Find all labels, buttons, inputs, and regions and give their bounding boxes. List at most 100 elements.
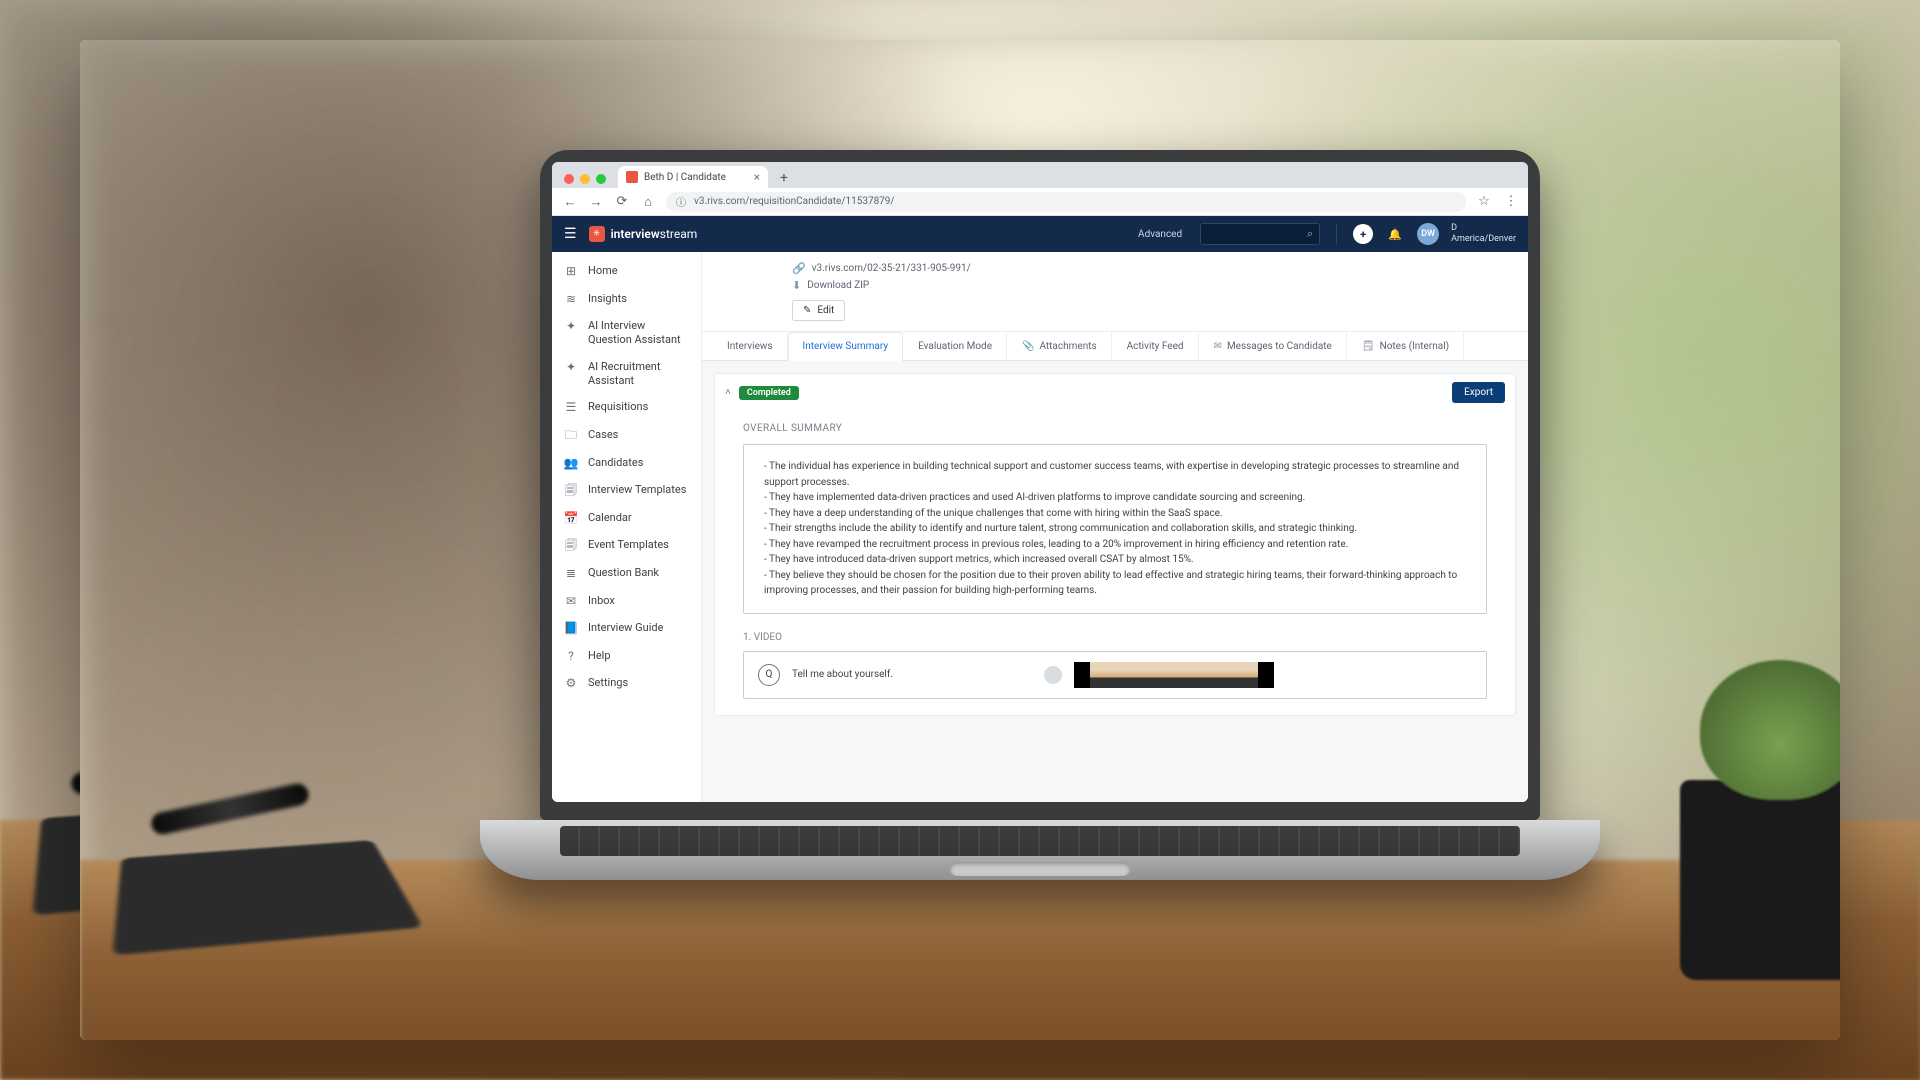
sidebar-item-question-bank[interactable]: ≣Question Bank bbox=[552, 560, 701, 588]
video-thumbnail[interactable] bbox=[1074, 662, 1274, 688]
sidebar-item-label: Candidates bbox=[588, 456, 643, 470]
sidebar-item-inbox[interactable]: ✉Inbox bbox=[552, 588, 701, 616]
tab-interview-summary[interactable]: Interview Summary bbox=[788, 332, 904, 361]
download-icon: ⬇ bbox=[792, 279, 801, 292]
sidebar-item-interview-templates[interactable]: 🗐 Interview Templates bbox=[552, 477, 701, 505]
content-tabs: Interviews Interview Summary Evaluation … bbox=[702, 332, 1528, 361]
tab-label: Evaluation Mode bbox=[918, 341, 992, 352]
brand-logo[interactable]: ✳ interviewstream bbox=[589, 226, 698, 242]
sidebar-item-label: AI Interview Question Assistant bbox=[588, 319, 689, 348]
calendar-icon: 📅 bbox=[564, 511, 578, 527]
tab-label: Notes (Internal) bbox=[1380, 341, 1450, 352]
summary-line: - They have introduced data-driven suppo… bbox=[764, 552, 1466, 568]
sidebar-item-ai-interview[interactable]: ✦ AI Interview Question Assistant bbox=[552, 313, 701, 354]
download-text: Download ZIP bbox=[807, 280, 869, 291]
sidebar-item-label: Interview Templates bbox=[588, 483, 686, 497]
avatar[interactable]: DW bbox=[1417, 223, 1439, 245]
tab-messages[interactable]: ✉Messages to Candidate bbox=[1199, 332, 1347, 360]
tab-activity-feed[interactable]: Activity Feed bbox=[1112, 332, 1199, 360]
browser-tab[interactable]: Beth D | Candidate × bbox=[618, 166, 768, 188]
sidebar-item-label: Cases bbox=[588, 428, 618, 442]
sidebar-item-cases[interactable]: 🗀 Cases bbox=[552, 422, 701, 450]
user-info[interactable]: D America/Denver bbox=[1451, 223, 1516, 245]
template-icon: 🗐 bbox=[564, 538, 578, 554]
address-bar[interactable]: ⓘ v3.rivs.com/requisitionCandidate/11537… bbox=[666, 192, 1466, 212]
candidate-link[interactable]: 🔗 v3.rivs.com/02-35-21/331-905-991/ bbox=[792, 260, 1512, 277]
logo-icon: ✳ bbox=[589, 226, 605, 242]
people-icon: 👥 bbox=[564, 456, 578, 472]
window-maximize-icon[interactable] bbox=[596, 174, 606, 184]
summary-line: - They have a deep understanding of the … bbox=[764, 506, 1466, 522]
summary-line: - Their strengths include the ability to… bbox=[764, 521, 1466, 537]
tab-attachments[interactable]: 📎Attachments bbox=[1007, 332, 1112, 360]
nav-home-icon[interactable]: ⌂ bbox=[640, 194, 656, 210]
sidebar-item-settings[interactable]: ⚙Settings bbox=[552, 670, 701, 698]
collapse-icon[interactable]: ˄ bbox=[725, 387, 731, 398]
sidebar-item-label: Inbox bbox=[588, 594, 615, 608]
tab-notes[interactable]: 🗒Notes (Internal) bbox=[1347, 332, 1464, 360]
sidebar-item-home[interactable]: ⊞Home bbox=[552, 258, 701, 286]
tab-favicon-icon bbox=[626, 171, 638, 183]
tab-label: Attachments bbox=[1039, 341, 1096, 352]
nav-back-icon[interactable]: ← bbox=[562, 194, 578, 210]
summary-line: - The individual has experience in build… bbox=[764, 459, 1466, 490]
new-tab-button[interactable]: + bbox=[774, 170, 794, 188]
window-minimize-icon[interactable] bbox=[580, 174, 590, 184]
sidebar-item-help[interactable]: ? Help bbox=[552, 643, 701, 671]
outer-frame: Beth D | Candidate × + ← → ⟳ ⌂ bbox=[80, 40, 1840, 1040]
help-icon: ? bbox=[564, 649, 578, 665]
sidebar-item-label: Event Templates bbox=[588, 538, 669, 552]
window-close-icon[interactable] bbox=[564, 174, 574, 184]
nav-forward-icon[interactable]: → bbox=[588, 194, 604, 210]
user-timezone: America/Denver bbox=[1451, 234, 1516, 245]
edit-button[interactable]: ✎Edit bbox=[792, 300, 845, 321]
sidebar-item-calendar[interactable]: 📅 Calendar bbox=[552, 505, 701, 533]
search-input[interactable]: ⌕ bbox=[1200, 223, 1320, 245]
gear-icon: ⚙ bbox=[564, 676, 578, 692]
sidebar-item-label: Calendar bbox=[588, 511, 632, 525]
notifications-icon[interactable]: 🔔 bbox=[1385, 224, 1405, 244]
template-icon: 🗐 bbox=[564, 483, 578, 499]
sidebar-item-label: Question Bank bbox=[588, 566, 659, 580]
sidebar-item-interview-guide[interactable]: 📘Interview Guide bbox=[552, 615, 701, 643]
nav-reload-icon[interactable]: ⟳ bbox=[614, 194, 630, 209]
sidebar-item-insights[interactable]: ≋Insights bbox=[552, 286, 701, 314]
brand-text-2: stream bbox=[660, 227, 698, 241]
bookmark-icon[interactable]: ☆ bbox=[1476, 194, 1492, 209]
status-badge: Completed bbox=[739, 386, 799, 400]
menu-icon[interactable]: ☰ bbox=[564, 226, 577, 242]
browser-tabstrip: Beth D | Candidate × + bbox=[552, 162, 1528, 188]
link-icon: 🔗 bbox=[792, 262, 806, 275]
download-zip-link[interactable]: ⬇ Download ZIP bbox=[792, 277, 1512, 294]
summary-line: - They believe they should be chosen for… bbox=[764, 568, 1466, 599]
list-icon: ☰ bbox=[564, 400, 578, 416]
tab-interviews[interactable]: Interviews bbox=[712, 332, 788, 360]
sparkle-icon: ✦ bbox=[564, 319, 578, 335]
add-button[interactable]: + bbox=[1353, 224, 1373, 244]
sidebar-item-ai-recruitment[interactable]: ✦AI Recruitment Assistant bbox=[552, 354, 701, 395]
brand-text-1: interview bbox=[611, 227, 660, 241]
candidate-header: 🔗 v3.rivs.com/02-35-21/331-905-991/ ⬇ Down… bbox=[702, 252, 1528, 332]
site-info-icon[interactable]: ⓘ bbox=[676, 194, 686, 209]
export-button[interactable]: Export bbox=[1452, 382, 1505, 403]
sidebar-item-label: Help bbox=[588, 649, 611, 663]
tab-close-icon[interactable]: × bbox=[754, 171, 760, 183]
tab-label: Interviews bbox=[727, 341, 773, 352]
advanced-link[interactable]: Advanced bbox=[1138, 229, 1182, 240]
url-text: v3.rivs.com/requisitionCandidate/1153787… bbox=[694, 196, 895, 207]
tab-label: Messages to Candidate bbox=[1227, 341, 1332, 352]
search-icon: ⌕ bbox=[1307, 227, 1313, 241]
folder-icon: 🗀 bbox=[564, 428, 578, 444]
tab-label: Interview Summary bbox=[803, 341, 889, 352]
link-text: v3.rivs.com/02-35-21/331-905-991/ bbox=[812, 263, 971, 274]
browser-menu-icon[interactable]: ⋮ bbox=[1502, 194, 1518, 209]
video-question-row: Q Tell me about yourself. bbox=[743, 651, 1487, 699]
edit-label: Edit bbox=[817, 305, 834, 316]
insights-icon: ≋ bbox=[564, 292, 578, 308]
user-name: D bbox=[1451, 223, 1516, 234]
sidebar-item-candidates[interactable]: 👥 Candidates bbox=[552, 450, 701, 478]
sidebar-item-event-templates[interactable]: 🗐 Event Templates bbox=[552, 532, 701, 560]
sidebar-item-requisitions[interactable]: ☰Requisitions bbox=[552, 394, 701, 422]
tab-evaluation-mode[interactable]: Evaluation Mode bbox=[903, 332, 1007, 360]
sidebar-item-label: Home bbox=[588, 264, 618, 278]
